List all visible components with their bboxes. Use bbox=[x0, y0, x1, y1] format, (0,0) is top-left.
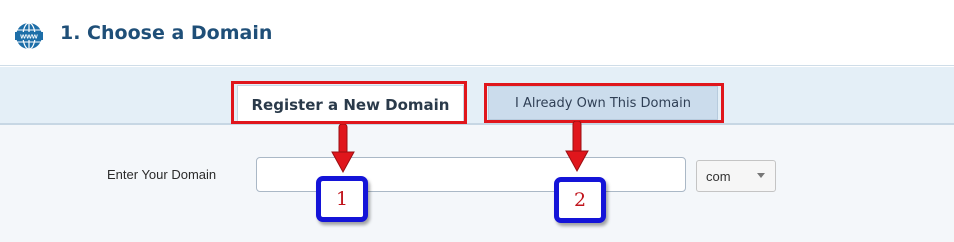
tab-already-own-domain[interactable]: I Already Own This Domain bbox=[488, 86, 718, 120]
tld-select[interactable]: com bbox=[696, 160, 776, 192]
domain-field-label: Enter Your Domain bbox=[107, 167, 217, 182]
chevron-down-icon bbox=[757, 173, 765, 178]
tab-register-new-domain[interactable]: Register a New Domain bbox=[237, 85, 464, 123]
tab-own-label: I Already Own This Domain bbox=[515, 95, 691, 111]
callout-badge-2: 2 bbox=[554, 177, 606, 223]
callout-badge-1: 1 bbox=[316, 176, 368, 222]
section-header: www 1. Choose a Domain bbox=[0, 0, 954, 66]
callout-badge-1-number: 1 bbox=[335, 188, 349, 210]
tabs-bar bbox=[0, 67, 954, 123]
tab-register-label: Register a New Domain bbox=[251, 95, 450, 114]
tld-selected-value: com bbox=[706, 168, 731, 184]
globe-www-icon: www bbox=[15, 22, 43, 50]
callout-badge-2-number: 2 bbox=[573, 189, 587, 211]
globe-www-icon-text: www bbox=[19, 32, 38, 41]
page-title: 1. Choose a Domain bbox=[60, 22, 273, 44]
